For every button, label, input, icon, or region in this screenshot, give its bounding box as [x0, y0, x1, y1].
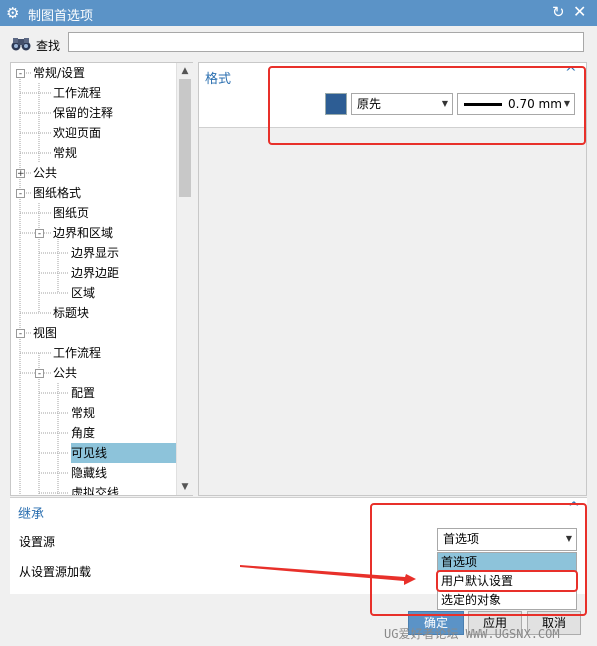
watermark: UG爱好者论坛 WWW.UGSNX.COM — [384, 627, 560, 641]
annotation-arrow — [240, 565, 416, 585]
